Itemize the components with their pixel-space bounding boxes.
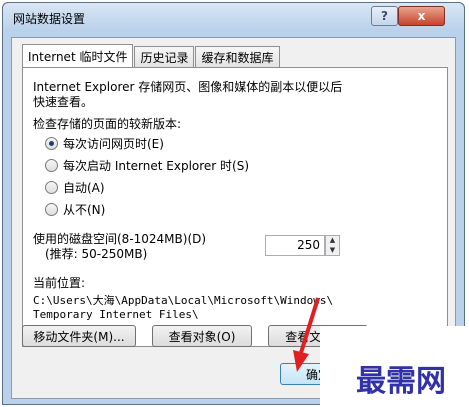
tab-panel-temporary-files: Internet Explorer 存储网页、图像和媒体的副本以便以后 快速查看… — [22, 67, 448, 347]
tab-label: Internet 临时文件 — [28, 49, 128, 64]
radio-button[interactable] — [45, 137, 58, 150]
tab-label: 历史记录 — [140, 50, 189, 65]
disk-space-input[interactable]: 250 — [265, 235, 325, 256]
radio-label: 从不(N) — [63, 203, 106, 217]
tab-history[interactable]: 历史记录 — [134, 46, 195, 67]
disk-space-recommend: (推荐: 50-250MB) — [45, 247, 148, 261]
disk-space-stepper[interactable]: ▲ ▼ — [325, 235, 340, 256]
radio-button[interactable] — [45, 181, 58, 194]
title-bar: 网站数据设置 ? x — [3, 3, 464, 31]
window-title: 网站数据设置 — [13, 12, 86, 26]
close-button[interactable]: x — [398, 6, 445, 26]
radio-button[interactable] — [45, 203, 58, 216]
radio-automatic[interactable]: 自动(A) — [45, 179, 105, 196]
close-icon: x — [417, 9, 426, 23]
tab-caches-databases[interactable]: 缓存和数据库 — [195, 46, 280, 67]
location-path-line-2: Temporary Internet Files\ — [33, 308, 199, 321]
radio-selected-dot — [49, 141, 54, 146]
radio-every-start[interactable]: 每次启动 Internet Explorer 时(S) — [45, 157, 249, 174]
description-line-2: 快速查看。 — [33, 95, 94, 109]
current-location-label: 当前位置: — [33, 276, 86, 290]
help-button[interactable]: ? — [371, 6, 398, 26]
spin-up-icon[interactable]: ▲ — [326, 236, 339, 246]
check-versions-label: 检查存储的页面的较新版本: — [33, 117, 182, 131]
tab-temporary-files[interactable]: Internet 临时文件 — [22, 44, 134, 67]
radio-label: 每次启动 Internet Explorer 时(S) — [63, 159, 250, 173]
move-folder-button[interactable]: 移动文件夹(M)... — [22, 325, 136, 347]
watermark-text: 最需网 — [356, 364, 446, 399]
radio-button[interactable] — [45, 159, 58, 172]
tab-label: 缓存和数据库 — [201, 50, 274, 65]
radio-label: 自动(A) — [63, 181, 105, 195]
radio-never[interactable]: 从不(N) — [45, 201, 105, 218]
radio-every-visit[interactable]: 每次访问网页时(E) — [45, 135, 164, 152]
spin-down-icon[interactable]: ▼ — [326, 246, 339, 256]
view-objects-button[interactable]: 查看对象(O) — [152, 325, 252, 347]
tab-strip: Internet 临时文件 历史记录 缓存和数据库 — [22, 44, 281, 68]
radio-label: 每次访问网页时(E) — [63, 137, 164, 151]
location-path-line-1: C:\Users\大海\AppData\Local\Microsoft\Wind… — [33, 294, 334, 307]
help-icon: ? — [381, 9, 388, 23]
